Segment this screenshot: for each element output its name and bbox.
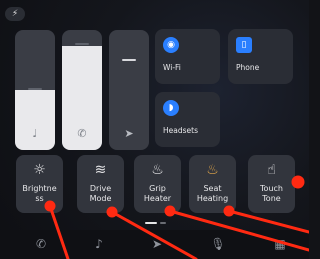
annotation-line-grip-heater: [168, 209, 309, 252]
annotation-line-drive-mode: [110, 210, 198, 259]
control-center-screen: ⚡ ♩ ✆ ➤ ◉ Wi-Fi ▯ Phone ◗ Headsets ☼ Bri…: [0, 0, 309, 259]
annotation-line-brightness: [48, 204, 70, 259]
annotation-line-seat-heating: [227, 209, 309, 234]
annotation-dot-touch-tone: [291, 175, 305, 189]
annotation-overlay: [44, 175, 309, 259]
